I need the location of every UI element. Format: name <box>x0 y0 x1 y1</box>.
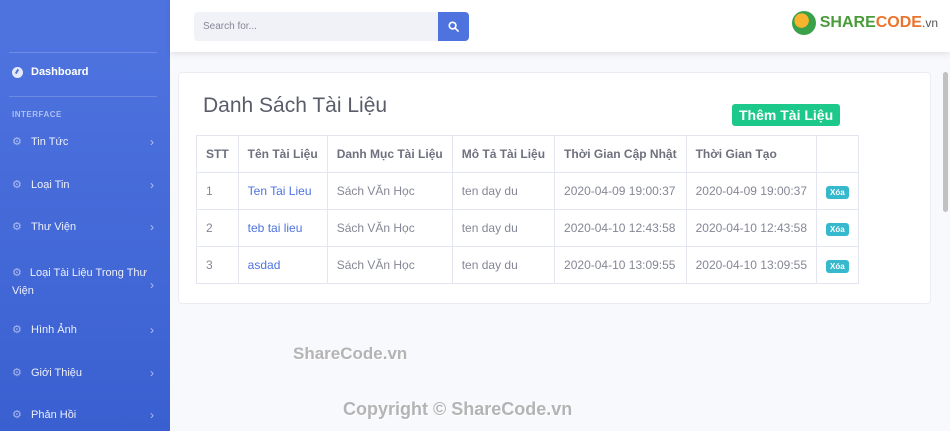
cell-category: Sách VĂn Học <box>326 209 453 247</box>
gear-icon: ⚙ <box>12 367 22 379</box>
chevron-right-icon: › <box>150 278 154 292</box>
watermark-copyright: Copyright © ShareCode.vn <box>343 399 573 419</box>
cell-description: ten day du <box>451 172 556 210</box>
cell-description: ten day du <box>451 209 556 247</box>
search-icon <box>448 21 459 32</box>
sidebar-item-gioi-thieu[interactable]: ⚙ Giới Thiệu › <box>0 366 170 380</box>
cell-updated-at: 2020-04-10 13:09:55 <box>554 246 687 284</box>
document-list-card: Danh Sách Tài Liệu Thêm Tài Liệu STT Tên… <box>178 72 931 304</box>
chevron-right-icon: › <box>150 366 154 380</box>
sidebar-item-label: Giới Thiệu <box>31 366 83 379</box>
table-row: 3 asdad Sách VĂn Học ten day du 2020-04-… <box>196 246 859 284</box>
topbar: SHARECODE.vn <box>170 0 950 52</box>
cell-actions: Xóa <box>816 246 859 284</box>
cell-created-at: 2020-04-09 19:00:37 <box>685 172 818 210</box>
add-document-button[interactable]: Thêm Tài Liệu <box>732 104 841 126</box>
sidebar-divider <box>9 96 157 97</box>
table-header-row: STT Tên Tài Liệu Danh Mục Tài Liệu Mô Tả… <box>196 135 859 173</box>
delete-button[interactable]: Xóa <box>826 223 849 236</box>
sidebar-item-label: Loại Tin <box>31 178 70 191</box>
chevron-right-icon: › <box>150 135 154 149</box>
chevron-right-icon: › <box>150 220 154 234</box>
logo-icon <box>791 11 816 35</box>
sidebar-item-label: Tin Tức <box>31 135 69 148</box>
search-bar <box>194 12 469 41</box>
dashboard-icon <box>12 66 23 78</box>
cell-stt: 3 <box>196 246 239 284</box>
sidebar-item-label: Hình Ảnh <box>31 323 77 336</box>
gear-icon: ⚙ <box>12 267 22 279</box>
column-header: Danh Mục Tài Liệu <box>326 135 453 173</box>
gear-icon: ⚙ <box>12 409 22 421</box>
cell-stt: 2 <box>196 209 239 247</box>
cell-document-name-link[interactable]: Ten Tai Lieu <box>237 172 328 210</box>
sidebar-item-label: Thư Viện <box>31 220 77 233</box>
page-title: Danh Sách Tài Liệu <box>203 94 388 117</box>
table-row: 2 teb tai lieu Sách VĂn Học ten day du 2… <box>196 209 859 247</box>
column-header: STT <box>196 135 239 173</box>
delete-button[interactable]: Xóa <box>826 186 849 199</box>
page-scrollbar[interactable] <box>943 72 948 212</box>
gear-icon: ⚙ <box>12 179 22 191</box>
column-header: Mô Tả Tài Liệu <box>451 135 556 173</box>
cell-category: Sách VĂn Học <box>326 172 453 210</box>
sidebar-item-loai-tai-lieu[interactable]: ⚙ Loại Tài Liệu Trong Thư Viện › <box>0 264 170 300</box>
search-input[interactable] <box>194 12 438 41</box>
table-row: 1 Ten Tai Lieu Sách VĂn Học ten day du 2… <box>196 172 859 210</box>
logo-text-share: SHARE <box>819 14 876 31</box>
column-header: Thời Gian Cập Nhật <box>554 135 687 173</box>
cell-document-name-link[interactable]: teb tai lieu <box>237 209 328 247</box>
chevron-right-icon: › <box>150 178 154 192</box>
sidebar-item-thu-vien[interactable]: ⚙ Thư Viện › <box>0 220 170 234</box>
document-table: STT Tên Tài Liệu Danh Mục Tài Liệu Mô Tả… <box>196 135 859 284</box>
column-header: Tên Tài Liệu <box>237 135 328 173</box>
gear-icon: ⚙ <box>12 136 22 148</box>
sidebar-item-label: Loại Tài Liệu Trong Thư Viện <box>12 267 147 297</box>
sharecode-logo: SHARE CODE .vn <box>791 11 938 35</box>
delete-button[interactable]: Xóa <box>826 260 849 273</box>
sidebar-item-phan-hoi[interactable]: ⚙ Phản Hồi › <box>0 408 170 422</box>
cell-document-name-link[interactable]: asdad <box>237 246 328 284</box>
watermark-text: ShareCode.vn <box>293 344 408 363</box>
column-header: Thời Gian Tạo <box>685 135 818 173</box>
sidebar-divider <box>9 52 157 53</box>
sidebar-item-label: Phản Hồi <box>31 408 77 421</box>
sidebar-heading: INTERFACE <box>12 110 62 119</box>
logo-text-vn: .vn <box>921 16 938 30</box>
sidebar-item-hinh-anh[interactable]: ⚙ Hình Ảnh › <box>0 323 170 337</box>
sidebar-item-tin-tuc[interactable]: ⚙ Tin Tức › <box>0 135 170 149</box>
column-header <box>816 135 859 173</box>
cell-updated-at: 2020-04-10 12:43:58 <box>554 209 687 247</box>
logo-text-code: CODE <box>875 14 922 31</box>
cell-category: Sách VĂn Học <box>326 246 453 284</box>
chevron-right-icon: › <box>150 408 154 422</box>
sidebar-item-loai-tin[interactable]: ⚙ Loại Tin › <box>0 178 170 192</box>
gear-icon: ⚙ <box>12 221 22 233</box>
sidebar: Dashboard INTERFACE ⚙ Tin Tức › ⚙ Loại Tin… <box>0 0 170 431</box>
cell-created-at: 2020-04-10 12:43:58 <box>685 209 818 247</box>
chevron-right-icon: › <box>150 323 154 337</box>
cell-stt: 1 <box>196 172 239 210</box>
cell-created-at: 2020-04-10 13:09:55 <box>685 246 818 284</box>
sidebar-item-label: Dashboard <box>31 66 89 78</box>
cell-description: ten day du <box>451 246 556 284</box>
cell-updated-at: 2020-04-09 19:00:37 <box>554 172 687 210</box>
cell-actions: Xóa <box>816 172 859 210</box>
search-button[interactable] <box>438 12 469 41</box>
cell-actions: Xóa <box>816 209 859 247</box>
sidebar-item-dashboard[interactable]: Dashboard <box>12 66 88 78</box>
gear-icon: ⚙ <box>12 324 22 336</box>
